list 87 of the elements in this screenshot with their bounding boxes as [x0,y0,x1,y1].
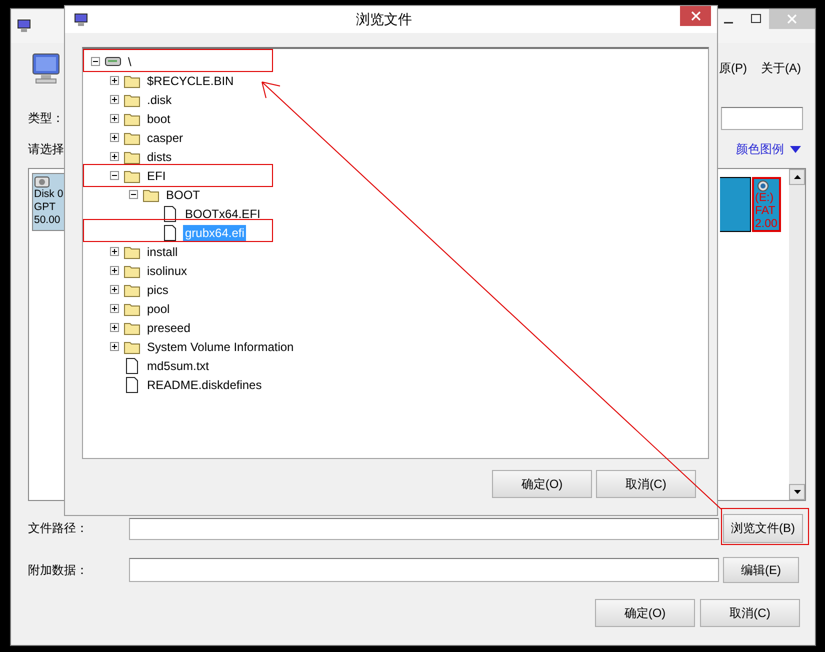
tree-item[interactable]: preseed [145,320,192,336]
file-icon [126,358,138,374]
extra-data-label: 附加数据： [28,562,88,578]
dialog-button[interactable]: 取消(C) [700,599,800,627]
tree-item[interactable]: isolinux [145,262,190,278]
partition-bar[interactable] [720,177,751,232]
folder-icon [124,244,140,258]
caret-icon[interactable] [790,146,801,152]
tree-item[interactable]: BOOT [164,186,202,202]
partition-info: FAT [755,205,776,218]
collapse-icon[interactable] [90,57,100,66]
disk-info: GPT [34,201,57,214]
tree-item[interactable]: pics [145,282,170,298]
file-icon [164,224,176,240]
dialog-button[interactable]: 确定(O) [492,470,592,498]
down-arrow-icon[interactable] [794,490,800,494]
disk-icon [757,180,769,192]
menu-item[interactable]: 关于(A) [761,60,801,76]
tree-item[interactable]: \ [126,54,134,70]
folder-icon [124,92,140,106]
expand-icon[interactable] [110,114,118,123]
minimize-icon [724,22,733,24]
folder-icon [124,302,140,316]
collapse-icon[interactable] [110,171,118,180]
file-icon [164,206,176,222]
tree-item[interactable]: casper [145,130,186,146]
select-label: 请选择 [28,140,64,158]
disk-card[interactable]: Disk 0 GPT 50.00 [32,173,65,231]
file-path-label: 文件路径： [28,520,88,537]
disk-info: 50.00 [34,214,62,227]
tree-item[interactable]: boot [145,110,172,126]
dialog-button[interactable]: 取消(C) [596,470,696,498]
close-button[interactable] [680,6,711,26]
tree-item[interactable]: $RECYCLE.BIN [145,72,236,88]
tree-item[interactable]: install [145,244,180,260]
type-field[interactable] [721,107,803,130]
expand-icon[interactable] [110,342,118,351]
tree-item[interactable]: BOOTx64.EFI [183,206,262,222]
collapse-icon[interactable] [128,190,138,199]
expand-icon[interactable] [110,247,118,256]
dialog-title: 浏览文件 [355,10,413,28]
folder-icon [143,188,159,202]
dialog-button[interactable]: 确定(O) [595,599,695,627]
edit-button[interactable]: 编辑(E) [723,557,799,583]
scrollbar[interactable] [789,169,805,500]
extra-data-field[interactable] [129,558,719,582]
tree-item[interactable]: pool [145,300,172,316]
tree-item[interactable]: dists [145,148,174,164]
expand-icon[interactable] [110,304,118,313]
expand-icon[interactable] [110,76,118,85]
folder-icon [124,320,140,334]
legend-link[interactable]: 颜色图例 [736,140,784,158]
expand-icon[interactable] [110,266,118,275]
expand-icon[interactable] [110,152,118,161]
maximize-icon [750,14,760,24]
app-icon [74,12,88,26]
tree-item[interactable]: .disk [145,92,174,108]
partition-info: (E:) [755,192,775,205]
type-label: 类型： [28,110,64,127]
close-icon [690,11,700,21]
folder-icon [124,112,140,126]
drive-icon [105,57,121,66]
file-icon [126,376,138,392]
expand-icon[interactable] [110,285,118,294]
tree-item[interactable]: System Volume Information [145,338,296,354]
app-icon [17,19,31,33]
folder-icon [124,340,140,354]
tree-item[interactable]: README.diskdefines [145,376,264,392]
expand-icon[interactable] [110,95,118,104]
monitor-icon[interactable] [32,53,60,85]
expand-icon[interactable] [110,133,118,142]
disk-info: Disk 0 [34,188,64,201]
file-path-field[interactable] [129,518,719,540]
tree-item[interactable]: EFI [145,168,168,184]
folder-icon [124,130,140,144]
up-arrow-icon[interactable] [794,175,800,179]
menu-item[interactable]: 原(P) [719,60,747,76]
folder-icon [124,282,140,296]
folder-icon [124,150,140,164]
partition-info: 2.00 [755,218,778,231]
folder-icon [124,74,140,88]
close-icon [787,14,797,24]
folder-icon [124,168,140,182]
expand-icon[interactable] [110,323,118,332]
folder-icon [124,264,140,278]
browse-button[interactable]: 浏览文件(B) [723,514,803,543]
tree-item[interactable]: md5sum.txt [145,358,212,374]
